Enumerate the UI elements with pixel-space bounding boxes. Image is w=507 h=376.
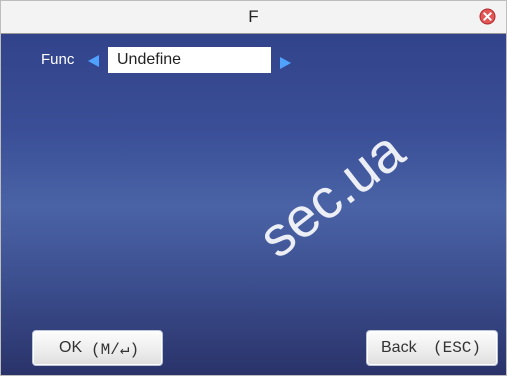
- ok-button[interactable]: OK (M/↵): [32, 330, 163, 366]
- watermark-text: sec.ua: [246, 118, 416, 270]
- back-button-key: (ESC): [433, 339, 482, 357]
- screen: F Func Undefine OK (M/↵) Back (ESC) sec.…: [0, 0, 507, 376]
- back-button-label: Back: [381, 339, 417, 356]
- ok-button-label: OK: [59, 339, 83, 356]
- close-icon[interactable]: [479, 8, 496, 25]
- func-label: Func: [41, 51, 75, 68]
- left-arrow-icon[interactable]: [88, 55, 99, 67]
- window-title: F: [248, 7, 259, 26]
- func-value-field[interactable]: Undefine: [108, 47, 271, 73]
- back-button[interactable]: Back (ESC): [366, 330, 498, 366]
- ok-button-key: (M/↵): [91, 341, 140, 359]
- title-bar: F: [1, 1, 506, 34]
- right-arrow-icon[interactable]: [280, 57, 291, 69]
- func-value-text: Undefine: [117, 51, 182, 68]
